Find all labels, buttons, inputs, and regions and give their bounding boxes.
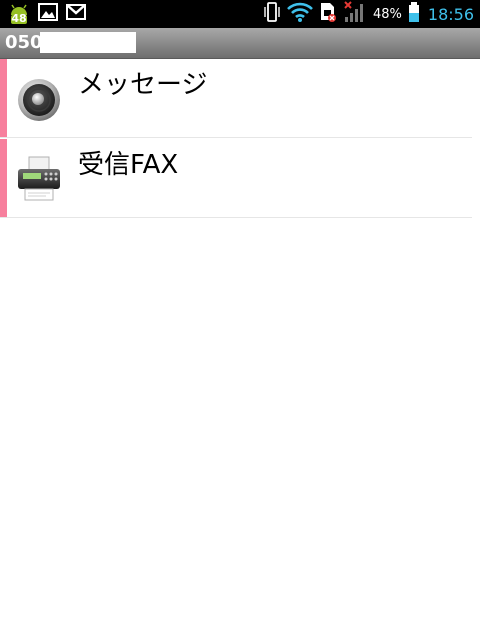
list-item-label: メッセージ [78, 70, 208, 100]
sim-error-icon [319, 1, 337, 27]
status-bar-system: 48% 18:56 [263, 1, 474, 27]
phone-number-redacted [40, 32, 136, 53]
phone-number-prefix: 050 [5, 32, 43, 53]
vibrate-icon [263, 1, 281, 27]
screen: 48 48% 18:56 050 メッセージ 受信FAX [0, 0, 480, 640]
list-item-message[interactable]: メッセージ [0, 59, 472, 138]
signal-no-service-icon [343, 1, 367, 27]
gmail-icon [66, 4, 86, 24]
notification-badge-count: 48 [11, 12, 27, 25]
battery-icon [408, 1, 420, 27]
wifi-icon [287, 2, 313, 26]
android-notification-icon: 48 [8, 3, 30, 25]
status-clock: 18:56 [427, 4, 474, 24]
status-bar: 48 48% 18:56 [0, 0, 480, 28]
list-item-label: 受信FAX [78, 150, 179, 180]
list-item-accent [0, 139, 7, 217]
list-item-received-fax[interactable]: 受信FAX [0, 139, 472, 218]
list-item-accent [0, 59, 7, 137]
title-bar: 050 [0, 28, 480, 59]
gallery-icon [38, 3, 58, 25]
fax-icon [16, 156, 62, 202]
status-bar-notifications: 48 [8, 3, 86, 25]
battery-percent: 48% [372, 6, 402, 22]
speaker-icon [16, 76, 62, 122]
